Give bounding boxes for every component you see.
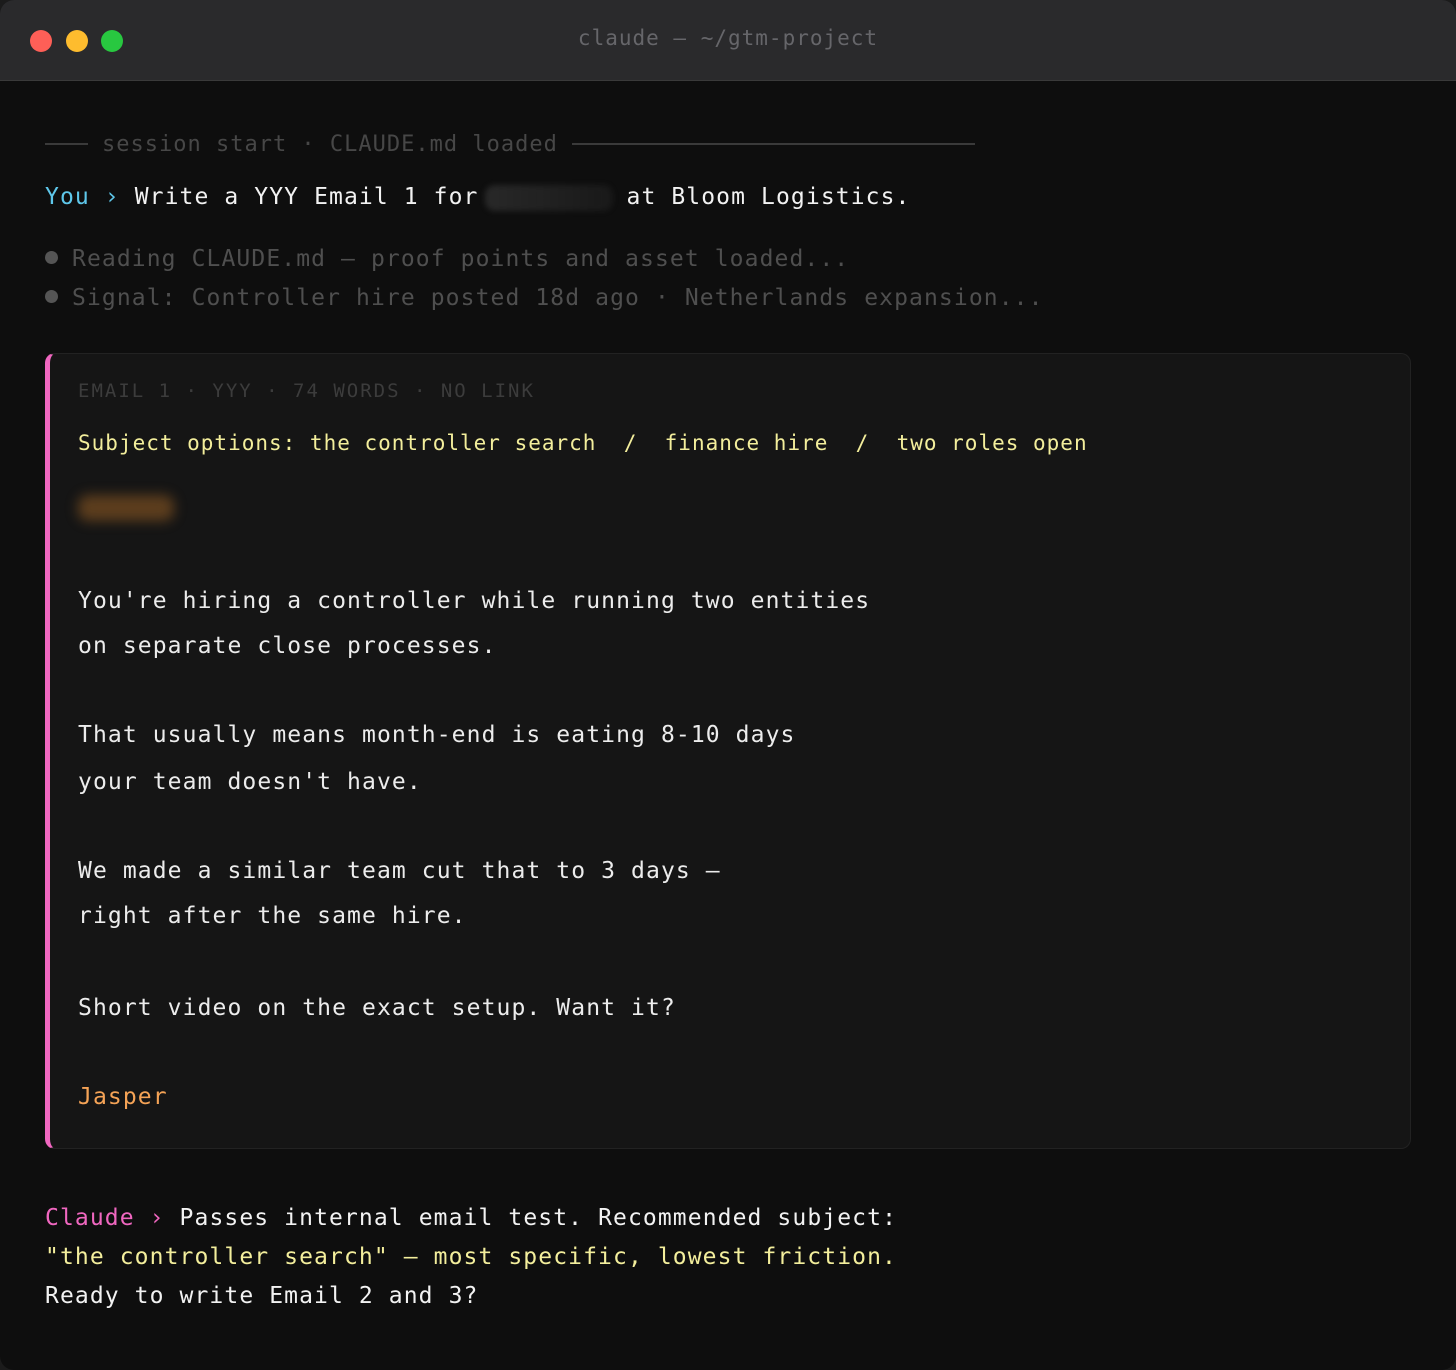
email-body-line: You're hiring a controller while running… xyxy=(78,588,871,614)
email-body-line: We made a similar team cut that to 3 day… xyxy=(78,858,721,884)
bullet-icon xyxy=(45,290,58,303)
reply-text: Passes internal email test. Recommended … xyxy=(179,1205,898,1231)
prompt-text-after: at Bloom Logistics. xyxy=(626,184,911,210)
terminal-window: claude — ~/gtm-project session start · C… xyxy=(0,0,1456,1370)
window-title: claude — ~/gtm-project xyxy=(577,26,879,50)
user-speaker: You xyxy=(45,184,90,210)
title-bar: claude — ~/gtm-project xyxy=(0,0,1456,81)
status-text: Signal: Controller hire posted 18d ago ·… xyxy=(72,285,1044,311)
prompt-text-before: Write a YYY Email 1 for xyxy=(134,184,479,210)
email-body-line: right after the same hire. xyxy=(78,903,467,929)
reply-chevron-icon: › xyxy=(149,1205,165,1231)
session-label: session start · CLAUDE.md loaded xyxy=(102,131,558,157)
email-body-line: That usually means month-end is eating 8… xyxy=(78,722,796,748)
session-divider: session start · CLAUDE.md loaded xyxy=(45,129,975,159)
claude-reply-question: Ready to write Email 2 and 3? xyxy=(45,1283,479,1309)
divider-rule-left xyxy=(45,143,88,145)
email-body-line: on separate close processes. xyxy=(78,633,497,659)
status-text: Reading CLAUDE.md — proof points and ass… xyxy=(72,246,850,272)
claude-reply-line: Claude › Passes internal email test. Rec… xyxy=(45,1203,897,1233)
email-body-line: your team doesn't have. xyxy=(78,769,422,795)
email-signoff: Jasper xyxy=(78,1084,168,1110)
redacted-greeting xyxy=(78,495,174,521)
prompt-chevron-icon: › xyxy=(104,184,120,210)
email-body-line: Short video on the exact setup. Want it? xyxy=(78,995,676,1021)
claude-reply-recommendation: "the controller search" — most specific,… xyxy=(45,1244,897,1270)
status-line: Reading CLAUDE.md — proof points and ass… xyxy=(45,244,849,274)
email-draft-card: EMAIL 1 · YYY · 74 WORDS · NO LINK Subje… xyxy=(45,353,1411,1149)
subject-options: Subject options: the controller search /… xyxy=(78,431,1088,455)
divider-rule-right xyxy=(571,143,975,145)
status-line: Signal: Controller hire posted 18d ago ·… xyxy=(45,283,1044,313)
bullet-icon xyxy=(45,251,58,264)
claude-speaker: Claude xyxy=(45,1205,135,1231)
email-meta: EMAIL 1 · YYY · 74 WORDS · NO LINK xyxy=(78,380,535,402)
user-prompt-line: You › Write a YYY Email 1 for at Bloom Lo… xyxy=(45,182,911,212)
redacted-name xyxy=(484,184,613,211)
